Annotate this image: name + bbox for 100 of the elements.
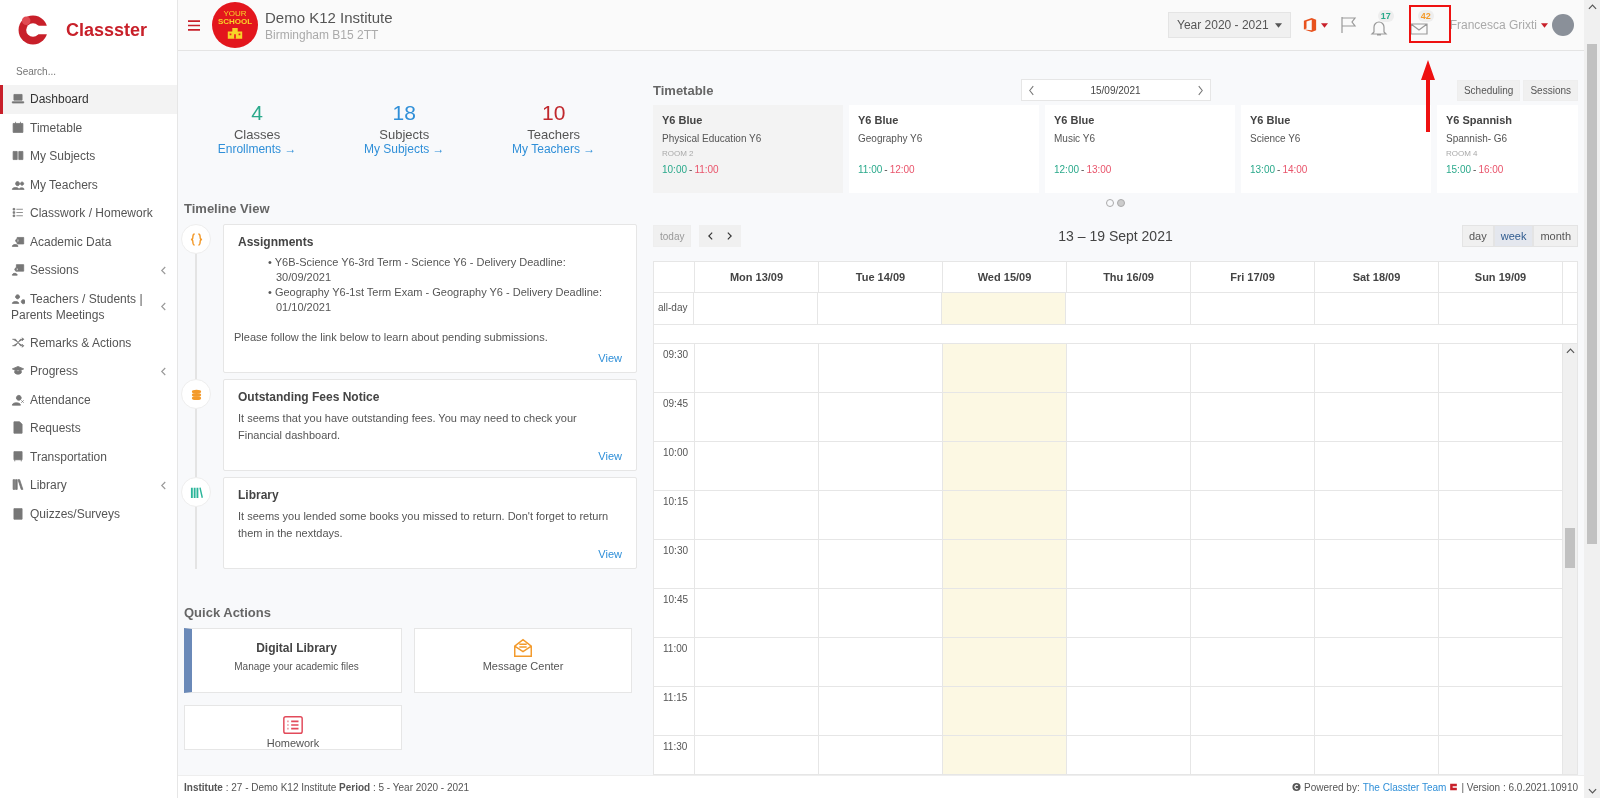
stat-label: Teachers	[527, 127, 581, 142]
coins-icon	[189, 387, 203, 401]
calendar-scrollbar[interactable]	[1563, 344, 1577, 774]
scroll-down-icon[interactable]	[1587, 788, 1597, 794]
card-title: Assignments	[238, 235, 315, 249]
end-time: 11:00	[694, 164, 719, 175]
time-label: 11:15	[654, 687, 694, 736]
stat-link[interactable]: Enrollments →	[217, 142, 297, 156]
lesson-card[interactable]: Y6 Blue Science Y6 13:00 - 14:00	[1241, 105, 1431, 193]
chevron-right-icon[interactable]	[726, 231, 734, 241]
view-tab[interactable]: month	[1533, 225, 1578, 247]
user-clock-icon	[11, 291, 25, 305]
lesson-card[interactable]: Y6 Spannish Spannish- G6 ROOM 4 15:00 - 16:00	[1437, 105, 1578, 193]
toolbar-button[interactable]: Scheduling	[1456, 79, 1521, 101]
sidebar-item[interactable]: Timetable	[0, 113, 177, 142]
lesson-group: Y6 Spannish	[1446, 114, 1569, 126]
lesson-group: Y6 Blue	[1054, 114, 1226, 126]
bell-icon[interactable]	[1369, 19, 1388, 37]
sidebar-item[interactable]: Quizzes/Surveys	[0, 499, 177, 528]
caret-icon	[1274, 22, 1282, 28]
scroll-up-icon[interactable]	[1587, 4, 1597, 10]
sidebar-item[interactable]: My Subjects	[0, 142, 177, 171]
view-link[interactable]: View	[598, 352, 622, 364]
year-dropdown[interactable]: Year 2020 - 2021	[1168, 12, 1291, 38]
envelope-icon	[512, 637, 534, 659]
sidebar-item[interactable]: Requests	[0, 414, 177, 443]
sidebar-item[interactable]: Dashboard	[0, 85, 177, 114]
scrollbar-thumb[interactable]	[1565, 528, 1575, 568]
lesson-card[interactable]: Y6 Blue Geography Y6 11:00 - 12:00	[849, 105, 1039, 193]
time-label: 11:00	[654, 638, 694, 687]
end-time: 12:00	[889, 164, 915, 175]
list-icon	[282, 714, 304, 736]
lesson-subject: Music Y6	[1054, 133, 1096, 144]
lesson-card[interactable]: Y6 Blue Music Y6 12:00 - 13:00	[1045, 105, 1235, 193]
calendar-title: 13 – 19 Sept 2021	[1058, 228, 1173, 244]
school-address: Birmingham B15 2TT	[265, 27, 380, 42]
sidebar-item[interactable]: Classwork / Homework	[0, 199, 177, 228]
time-label: 10:00	[654, 442, 694, 491]
chevron-left-icon[interactable]	[707, 231, 715, 241]
stat-value: 4	[251, 101, 263, 125]
card-text: It seems that you have outstanding fees. You may need to check your Financial dashboard.	[238, 411, 578, 443]
notification-count-badge: 17	[1377, 10, 1394, 22]
view-tab[interactable]: week	[1493, 225, 1534, 247]
start-time: 15:00	[1446, 164, 1472, 175]
classster-logo-icon	[1449, 782, 1459, 792]
avatar[interactable]	[1552, 14, 1574, 36]
scrollbar-thumb[interactable]	[1587, 44, 1597, 544]
view-link[interactable]: View	[598, 548, 622, 560]
card-title: Outstanding Fees Notice	[238, 390, 381, 404]
lesson-group: Y6 Blue	[662, 114, 834, 126]
card-title: Library	[238, 488, 280, 502]
office-apps-button[interactable]	[1302, 16, 1328, 34]
card-title: Homework	[266, 737, 320, 749]
page-scrollbar[interactable]	[1584, 0, 1600, 798]
scroll-up-icon[interactable]	[1565, 348, 1575, 354]
sidebar-item[interactable]: Remarks & Actions	[0, 328, 177, 357]
toolbar-button[interactable]: Sessions	[1523, 79, 1578, 101]
search-field[interactable]: Search...	[12, 64, 167, 79]
view-tab[interactable]: day	[1462, 225, 1494, 247]
time-separator: -	[1081, 164, 1085, 175]
sidebar-item[interactable]: Attendance	[0, 385, 177, 414]
day-header: Tue 14/09	[819, 262, 943, 292]
start-time: 12:00	[1054, 164, 1080, 175]
graduation-cap-icon	[11, 364, 25, 378]
team-link[interactable]: The Classter Team	[1362, 781, 1447, 793]
time-label: 09:30	[654, 344, 694, 393]
laptop-icon	[11, 92, 25, 106]
clipboard-icon	[11, 506, 25, 520]
end-time: 16:00	[1478, 164, 1504, 175]
lesson-group: Y6 Blue	[858, 114, 1030, 126]
sidebar-item[interactable]: Sessions	[0, 256, 177, 285]
date-value: 15/09/2021	[1090, 84, 1141, 96]
lesson-subject: Physical Education Y6	[662, 133, 763, 144]
time-separator: -	[884, 164, 888, 175]
sidebar-item[interactable]: Teachers / Students | Parents Meetings	[0, 284, 177, 329]
time-label: 09:45	[654, 393, 694, 442]
section-title: Timeline View	[184, 201, 271, 216]
sidebar-item[interactable]: Academic Data	[0, 227, 177, 256]
powered-by-text: Powered by:	[1304, 781, 1360, 793]
flag-icon[interactable]	[1339, 16, 1358, 34]
card-text: Please follow the link below to learn about pending submissions.	[234, 330, 549, 345]
section-title: Quick Actions	[184, 605, 272, 620]
card-text: It seems you lended some books you missed to return. Don't forget to return them in the nextdays.	[238, 509, 610, 541]
time-label: 10:15	[654, 491, 694, 540]
stat-label: Subjects	[379, 127, 430, 142]
sidebar-item[interactable]: My Teachers	[0, 170, 177, 199]
sidebar-item[interactable]: Transportation	[0, 442, 177, 471]
sidebar-item[interactable]: Library	[0, 471, 177, 500]
school-name: Demo K12 Institute	[265, 8, 393, 26]
menu-icon[interactable]	[188, 19, 200, 31]
books-icon	[189, 485, 203, 499]
carousel-dot[interactable]	[1117, 199, 1125, 207]
stat-label: Classes	[233, 127, 281, 142]
day-header: Sun 19/09	[1439, 262, 1563, 292]
quick-action-card[interactable]: Message Center	[414, 628, 632, 693]
quick-action-card[interactable]: Digital Library Manage your academic files	[184, 628, 402, 693]
sidebar-item[interactable]: Progress	[0, 357, 177, 386]
view-link[interactable]: View	[598, 450, 622, 462]
quick-action-card[interactable]: Homework	[184, 705, 402, 750]
start-time: 10:00	[662, 164, 688, 175]
